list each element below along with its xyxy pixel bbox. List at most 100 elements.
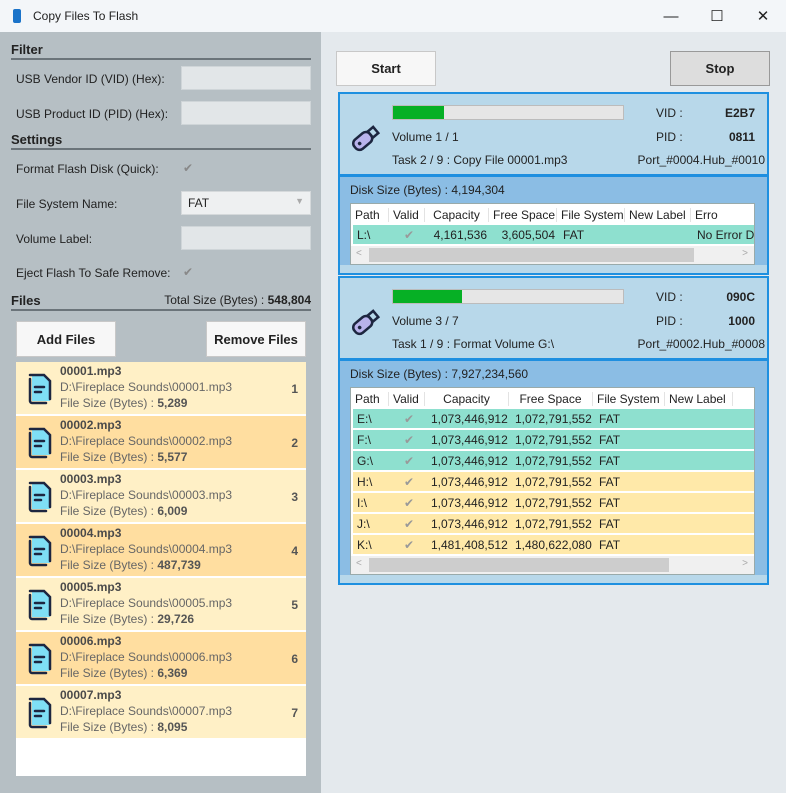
column-header[interactable]: Path — [351, 207, 389, 222]
start-button[interactable]: Start — [336, 51, 436, 86]
volume-text: Volume 1 / 1 — [392, 130, 459, 144]
file-list[interactable]: 00001.mp3 D:\Fireplace Sounds\00001.mp3 … — [16, 362, 306, 776]
table-row[interactable]: E:\ ✔ 1,073,446,912 1,072,791,552 FAT No — [353, 409, 754, 430]
column-header[interactable]: Valid — [389, 391, 425, 406]
file-item[interactable]: 00004.mp3 D:\Fireplace Sounds\00004.mp3 … — [16, 524, 306, 578]
file-name: 00004.mp3 — [60, 526, 122, 540]
file-size-value: 5,577 — [157, 450, 188, 464]
port-text: Port_#0002.Hub_#0008 — [637, 337, 765, 351]
cell-path: G:\ — [357, 453, 374, 468]
file-name: 00005.mp3 — [60, 580, 122, 594]
fs-value: FAT — [188, 196, 210, 210]
file-item[interactable]: 00002.mp3 D:\Fireplace Sounds\00002.mp3 … — [16, 416, 306, 470]
valid-checkbox[interactable]: ✔ — [391, 228, 427, 242]
cell-file-system: FAT — [599, 411, 621, 426]
disk-size: Disk Size (Bytes) : 7,927,234,560 — [350, 367, 529, 381]
stop-button[interactable]: Stop — [670, 51, 770, 86]
close-button[interactable]: ✕ — [740, 0, 786, 32]
table-row[interactable]: J:\ ✔ 1,073,446,912 1,072,791,552 FAT No — [353, 514, 754, 535]
scroll-left-icon[interactable]: < — [356, 558, 362, 569]
minimize-button[interactable]: — — [648, 0, 694, 32]
file-size-label: File Size (Bytes) : — [60, 450, 155, 464]
valid-checkbox[interactable]: ✔ — [391, 538, 427, 552]
file-size-label: File Size (Bytes) : — [60, 504, 155, 518]
cell-capacity: 1,073,446,912 — [431, 495, 508, 510]
cell-error: No — [735, 412, 754, 426]
horizontal-scrollbar[interactable]: < > — [351, 556, 754, 574]
valid-checkbox[interactable]: ✔ — [391, 454, 427, 468]
scroll-left-icon[interactable]: < — [356, 248, 362, 259]
file-path: D:\Fireplace Sounds\00006.mp3 — [60, 650, 233, 664]
maximize-button[interactable]: ☐ — [694, 0, 740, 32]
scrollbar-thumb[interactable] — [369, 558, 669, 572]
column-header[interactable]: Free Space — [509, 391, 593, 406]
file-item[interactable]: 00006.mp3 D:\Fireplace Sounds\00006.mp3 … — [16, 632, 306, 686]
file-item[interactable]: 00007.mp3 D:\Fireplace Sounds\00007.mp3 … — [16, 686, 306, 740]
cell-error: No — [735, 475, 754, 489]
column-header[interactable]: Free Space — [489, 207, 557, 222]
remove-files-button[interactable]: Remove Files — [206, 321, 306, 357]
file-size-value: 8,095 — [157, 720, 188, 734]
column-header[interactable]: File System — [557, 207, 625, 222]
file-name: 00002.mp3 — [60, 418, 122, 432]
valid-checkbox[interactable]: ✔ — [391, 412, 427, 426]
eject-checkbox[interactable]: ✔ — [183, 265, 193, 279]
file-item[interactable]: 00001.mp3 D:\Fireplace Sounds\00001.mp3 … — [16, 362, 306, 416]
file-icon — [26, 587, 54, 621]
cell-capacity: 1,073,446,912 — [431, 516, 508, 531]
column-header[interactable]: Valid — [389, 207, 425, 222]
scrollbar-thumb[interactable] — [369, 248, 694, 262]
table-row[interactable]: F:\ ✔ 1,073,446,912 1,072,791,552 FAT No — [353, 430, 754, 451]
file-item[interactable]: 00005.mp3 D:\Fireplace Sounds\00005.mp3 … — [16, 578, 306, 632]
valid-checkbox[interactable]: ✔ — [391, 496, 427, 510]
table-row[interactable]: L:\ ✔ 4,161,536 3,605,504 FAT No Error D… — [353, 225, 754, 246]
valid-checkbox[interactable]: ✔ — [391, 475, 427, 489]
fs-select[interactable]: FAT ▼ — [181, 191, 311, 215]
scroll-right-icon[interactable]: > — [742, 558, 748, 569]
cell-free-space: 1,072,791,552 — [515, 432, 592, 447]
column-header[interactable]: New Label — [625, 207, 691, 222]
table-row[interactable]: H:\ ✔ 1,073,446,912 1,072,791,552 FAT No — [353, 472, 754, 493]
table-row[interactable]: G:\ ✔ 1,073,446,912 1,072,791,552 FAT No — [353, 451, 754, 472]
cell-file-system: FAT — [599, 474, 621, 489]
file-icon — [26, 695, 54, 729]
vid-input[interactable] — [181, 66, 311, 90]
column-header[interactable]: File System — [593, 391, 665, 406]
cell-file-system: FAT — [599, 516, 621, 531]
cell-free-space: 1,072,791,552 — [515, 495, 592, 510]
file-icon — [26, 425, 54, 459]
table-row[interactable]: I:\ ✔ 1,073,446,912 1,072,791,552 FAT No — [353, 493, 754, 514]
file-icon — [26, 479, 54, 513]
cell-error: No — [735, 538, 754, 552]
usb-drive-icon — [348, 306, 382, 343]
files-header: Files Total Size (Bytes) : 548,804 — [11, 293, 311, 311]
pid-input[interactable] — [181, 101, 311, 125]
column-header[interactable]: New Label — [665, 391, 733, 406]
horizontal-scrollbar[interactable]: < > — [351, 246, 754, 264]
file-name: 00003.mp3 — [60, 472, 122, 486]
column-header[interactable]: Capacity — [425, 391, 509, 406]
vid-label: VID : — [656, 106, 683, 120]
format-checkbox[interactable]: ✔ — [183, 161, 193, 175]
valid-checkbox[interactable]: ✔ — [391, 517, 427, 531]
file-path: D:\Fireplace Sounds\00001.mp3 — [60, 380, 233, 394]
column-header[interactable]: Capacity — [425, 207, 489, 222]
column-header[interactable]: Erro — [691, 208, 754, 222]
scroll-right-icon[interactable]: > — [742, 248, 748, 259]
pid-value: 0811 — [728, 130, 755, 144]
total-size-value: 548,804 — [267, 293, 311, 307]
progress-fill — [393, 290, 462, 303]
title-bar: Copy Files To Flash — ☐ ✕ — [0, 0, 786, 32]
file-item[interactable]: 00003.mp3 D:\Fireplace Sounds\00003.mp3 … — [16, 470, 306, 524]
filter-heading: Filter — [11, 42, 311, 60]
cell-path: E:\ — [357, 411, 372, 426]
column-header[interactable]: Path — [351, 391, 389, 406]
cell-error: No — [735, 433, 754, 447]
cell-path: H:\ — [357, 474, 373, 489]
add-files-button[interactable]: Add Files — [16, 321, 116, 357]
pid-label: PID : — [656, 130, 683, 144]
table-row[interactable]: K:\ ✔ 1,481,408,512 1,480,622,080 FAT No — [353, 535, 754, 556]
valid-checkbox[interactable]: ✔ — [391, 433, 427, 447]
volume-label-input[interactable] — [181, 226, 311, 250]
cell-error: No — [735, 517, 754, 531]
